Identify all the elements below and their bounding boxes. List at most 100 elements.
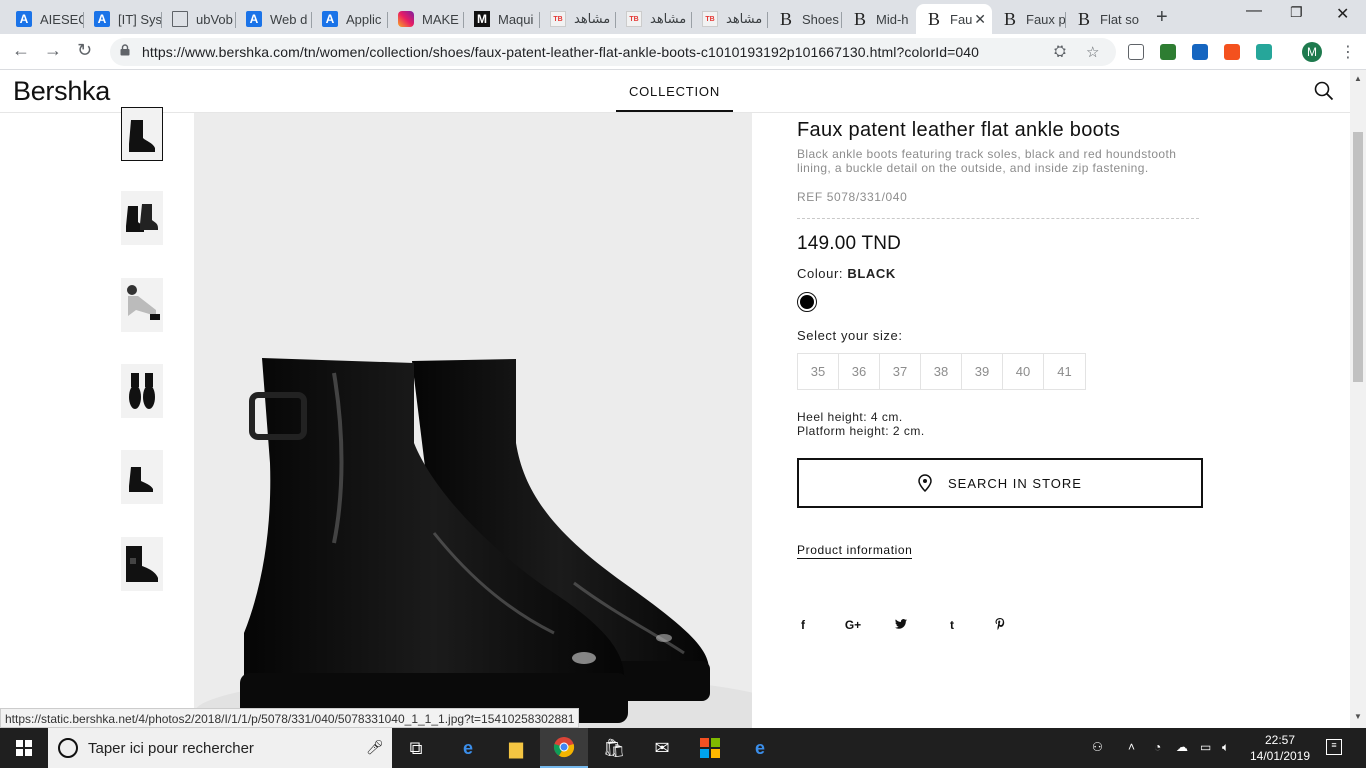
chrome-taskbar-icon[interactable] [540,728,588,768]
tab-it-sys[interactable]: A [IT] Sys [84,4,162,34]
chrome-menu-icon[interactable]: ⋮ [1340,42,1356,62]
product-information-link[interactable]: Product information [797,543,913,559]
windows-start-icon[interactable] [16,740,32,756]
new-tab-icon[interactable]: + [1156,6,1168,29]
colour-swatch-black[interactable] [797,292,817,312]
browser-toolbar: ← → ↻ https://www.bershka.com/tn/women/c… [0,34,1366,70]
taskbar-search-box[interactable]: Taper ici pour rechercher 🎤︎ [48,728,392,768]
tumblr-icon[interactable]: t [944,618,960,632]
facebook-icon[interactable]: f [795,618,811,632]
patent-ankle-boots-image [194,358,752,728]
aiesec-icon: A [94,11,110,27]
extension-check-icon[interactable] [1160,44,1176,60]
thumbnail-1[interactable] [121,107,163,161]
edge-icon[interactable]: e [736,728,784,768]
lock-icon [120,44,130,56]
size-option[interactable]: 38 [921,354,962,389]
thumbnail-4[interactable] [121,364,163,418]
translate-icon[interactable]: ⛭ [1054,43,1066,60]
product-price: 149.00 TND [797,233,902,254]
page-content: Bershka COLLECTION Faux patent leather f… [0,70,1366,728]
size-option[interactable]: 36 [839,354,880,389]
boot-side-thumbnail-image [129,467,153,492]
back-arrow-icon[interactable]: ← [12,40,30,61]
taskbar-search-placeholder: Taper ici pour rechercher [88,740,254,757]
tab-mid-h[interactable]: B Mid-h [842,4,916,34]
site-image-icon: TB [702,11,718,27]
tab-mashahed-3[interactable]: TB مشاهد [692,4,768,34]
tab-aiesec[interactable]: A AIESEC [6,4,84,34]
tab-applic[interactable]: A Applic [312,4,388,34]
size-option[interactable]: 41 [1044,354,1085,389]
size-option[interactable]: 37 [880,354,921,389]
scroll-down-arrow-icon[interactable]: ▼ [1354,712,1362,721]
restore-icon[interactable]: ❐ [1290,4,1303,21]
extension-play-icon[interactable] [1128,44,1144,60]
microphone-icon[interactable]: 🎤︎ [366,739,384,756]
task-view-icon[interactable]: ⧉ [392,728,440,768]
scroll-up-arrow-icon[interactable]: ▲ [1354,74,1362,83]
tab-ubvob[interactable]: ubVob [162,4,236,34]
tab-shoes[interactable]: B Shoes [768,4,842,34]
document-icon [172,11,188,27]
google-plus-icon[interactable]: G+ [843,618,863,632]
clock-time: 22:57 [1264,733,1296,747]
address-bar[interactable]: https://www.bershka.com/tn/women/collect… [110,38,1116,66]
thumbnail-2[interactable] [121,191,163,245]
product-reference: REF 5078/331/040 [797,190,908,204]
status-bar-url: https://static.bershka.net/4/photos2/201… [0,708,580,728]
notification-center-icon[interactable]: ≡ [1326,739,1342,755]
taskbar-clock[interactable]: 22:57 14/01/2019 [1248,732,1312,764]
location-pin-icon [918,474,932,492]
scroll-thumb[interactable] [1353,132,1363,382]
tab-make[interactable]: MAKE [388,4,464,34]
profile-avatar[interactable]: M [1302,42,1322,62]
extension-video-icon[interactable] [1256,44,1272,60]
product-description: Black ankle boots featuring track soles,… [797,147,1177,175]
tray-chevron-up-icon[interactable]: ˄ [1128,740,1135,754]
file-explorer-icon[interactable]: ▆ [492,728,540,768]
twitter-icon[interactable] [893,618,909,632]
tab-faux-p[interactable]: B Faux p [992,4,1066,34]
wifi-icon[interactable]: ◔ [1154,740,1161,754]
battery-icon[interactable]: ▭ [1200,740,1211,754]
tab-maqui[interactable]: M Maqui [464,4,540,34]
extension-search-icon[interactable] [1192,44,1208,60]
colour-value: BLACK [847,266,896,281]
mail-icon[interactable]: ✉ [638,728,686,768]
pinterest-icon[interactable] [992,618,1008,633]
extension-c-icon[interactable] [1224,44,1240,60]
search-in-store-button[interactable]: SEARCH IN STORE [797,458,1203,508]
internet-explorer-icon[interactable]: e [444,728,492,768]
page-scrollbar[interactable]: ▲ ▼ [1350,70,1366,728]
minimize-icon[interactable]: — [1246,2,1262,20]
main-product-image[interactable] [194,113,752,728]
volume-icon[interactable]: 🔈︎ [1222,740,1229,755]
nav-collection[interactable]: COLLECTION [616,70,733,112]
tab-web[interactable]: A Web d [236,4,312,34]
reload-icon[interactable]: ↻ [77,40,92,61]
tab-faux-active[interactable]: B Fau ✕ [916,4,992,34]
search-icon[interactable] [1314,81,1334,101]
close-tab-icon[interactable]: ✕ [974,11,986,28]
store-icon[interactable]: 🛍︎ [590,728,638,768]
search-in-store-label: SEARCH IN STORE [948,475,1082,491]
bershka-logo[interactable]: Bershka [13,76,110,107]
thumbnail-5[interactable] [121,450,163,504]
size-option[interactable]: 40 [1003,354,1044,389]
forward-arrow-icon[interactable]: → [44,40,62,61]
tab-mashahed-2[interactable]: TB مشاهد [616,4,692,34]
thumbnail-6[interactable] [121,537,163,591]
bershka-b-icon: B [853,8,866,29]
tab-flat-so[interactable]: B Flat so [1066,4,1142,34]
close-window-icon[interactable]: ✕ [1336,4,1349,24]
site-image-icon: TB [626,11,642,27]
size-option[interactable]: 35 [798,354,839,389]
people-icon[interactable]: ⚇ [1092,740,1103,754]
onedrive-icon[interactable]: ☁ [1176,740,1188,754]
thumbnail-3[interactable] [121,278,163,332]
office-icon[interactable] [686,728,734,768]
tab-mashahed-1[interactable]: TB مشاهد [540,4,616,34]
size-option[interactable]: 39 [962,354,1003,389]
bookmark-star-icon[interactable]: ☆ [1086,43,1099,61]
